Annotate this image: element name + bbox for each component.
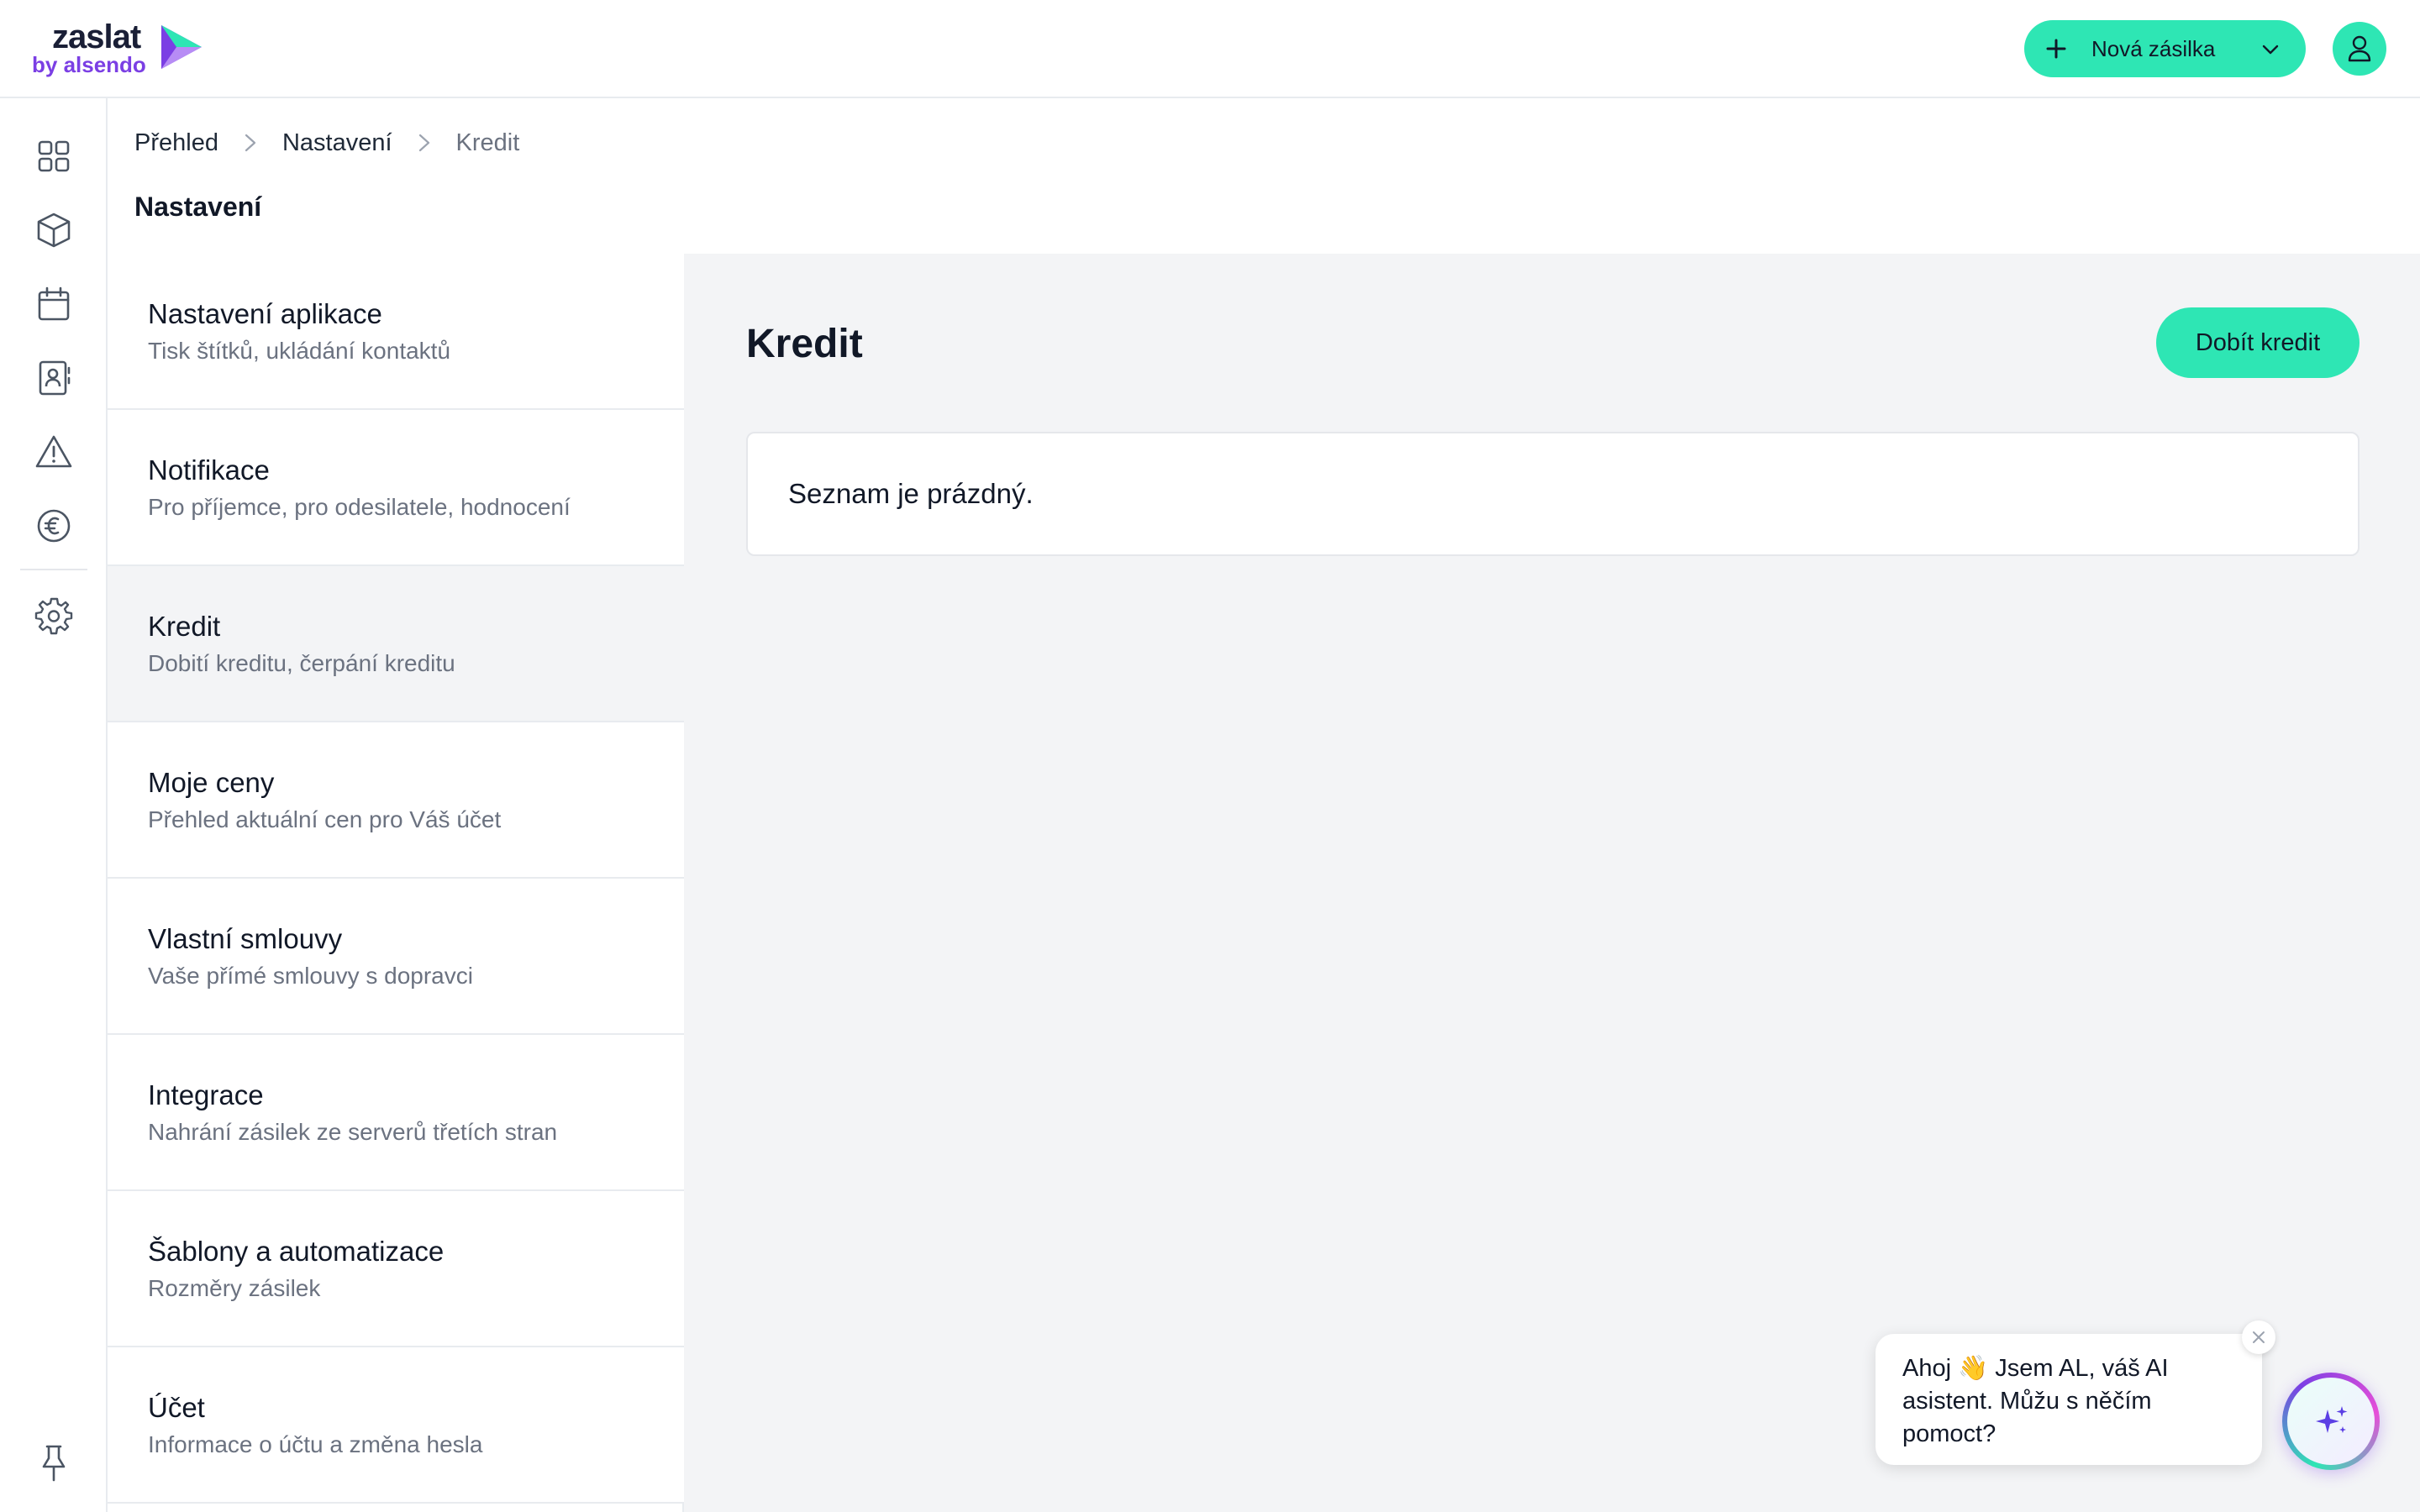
new-shipment-button[interactable]: Nová zásilka: [2024, 20, 2306, 77]
settings-item-subtitle: Nahrání zásilek ze serverů třetích stran: [148, 1119, 558, 1145]
settings-item-title: Moje ceny: [148, 767, 275, 798]
page-title: Nastavení: [134, 192, 262, 222]
credit-list-card: Seznam je prázdný.: [746, 432, 2360, 556]
sparkle-icon: [2316, 1406, 2348, 1433]
icon-sidebar: [0, 98, 108, 1512]
new-shipment-label: Nová zásilka: [2091, 36, 2216, 61]
settings-item-contracts[interactable]: Vlastní smlouvy Vaše přímé smlouvy s dop…: [108, 879, 684, 1035]
breadcrumb-settings[interactable]: Nastavení: [282, 126, 392, 160]
settings-item-subtitle: Vaše přímé smlouvy s dopravci: [148, 963, 473, 989]
logo-play-icon: [161, 25, 202, 69]
settings-item-prices[interactable]: Moje ceny Přehled aktuální cen pro Váš ú…: [108, 722, 684, 879]
package-icon[interactable]: [34, 210, 74, 250]
pin-icon[interactable]: [37, 1443, 71, 1483]
settings-item-subtitle: Dobití kreditu, čerpání kreditu: [148, 650, 455, 676]
settings-item-subtitle: Pro příjemce, pro odesilatele, hodnocení: [148, 494, 571, 520]
zaslat-logo[interactable]: zaslat by alsendo: [32, 18, 208, 77]
chevron-right-icon: [418, 134, 429, 152]
settings-item-subtitle: Informace o účtu a změna hesla: [148, 1431, 483, 1457]
top-up-credit-button[interactable]: Dobít kredit: [2156, 307, 2360, 378]
settings-item-app[interactable]: Nastavení aplikace Tisk štítků, ukládání…: [108, 254, 684, 410]
euro-icon[interactable]: [34, 506, 74, 546]
breadcrumb: Přehled Nastavení Kredit: [134, 126, 519, 160]
contacts-icon[interactable]: [34, 358, 74, 398]
chevron-down-icon[interactable]: [2261, 40, 2280, 59]
ai-assistant-inner: [2287, 1378, 2375, 1465]
top-bar: zaslat by alsendo Nová zásilka: [0, 0, 2420, 98]
settings-item-subtitle: Rozměry zásilek: [148, 1275, 321, 1301]
settings-menu: Nastavení aplikace Tisk štítků, ukládání…: [108, 254, 684, 1512]
assistant-bubble[interactable]: Ahoj 👋 Jsem AL, váš AI asistent. Můžu s …: [1876, 1334, 2262, 1465]
settings-item-title: Vlastní smlouvy: [148, 923, 343, 954]
breadcrumb-credit: Kredit: [455, 129, 520, 156]
user-icon: [2348, 35, 2371, 62]
assistant-close-button[interactable]: [2242, 1320, 2275, 1354]
app: zaslat by alsendo Nová zásilka Přehled N…: [0, 0, 2420, 1512]
settings-item-title: Kredit: [148, 611, 221, 642]
settings-item-title: Integrace: [148, 1079, 264, 1110]
settings-item-title: Účet: [148, 1392, 205, 1423]
settings-item-title: Notifikace: [148, 454, 270, 486]
empty-list-text: Seznam je prázdný.: [788, 478, 1034, 509]
settings-item-title: Nastavení aplikace: [148, 298, 382, 329]
settings-item-title: Šablony a automatizace: [148, 1236, 445, 1267]
content-title: Kredit: [746, 322, 863, 366]
sidebar-divider: [20, 569, 87, 570]
dashboard-icon[interactable]: [34, 136, 74, 176]
settings-item-notifications[interactable]: Notifikace Pro příjemce, pro odesilatele…: [108, 410, 684, 566]
gear-icon[interactable]: [34, 596, 74, 636]
settings-item-subtitle: Přehled aktuální cen pro Váš účet: [148, 806, 502, 832]
logo-subline: by alsendo: [32, 52, 146, 77]
settings-item-templates[interactable]: Šablony a automatizace Rozměry zásilek: [108, 1191, 684, 1347]
settings-item-subtitle: Tisk štítků, ukládání kontaktů: [148, 338, 451, 364]
user-account-button[interactable]: [2333, 22, 2386, 76]
settings-item-credit[interactable]: Kredit Dobití kreditu, čerpání kreditu: [108, 566, 684, 722]
settings-item-account[interactable]: Účet Informace o účtu a změna hesla: [108, 1347, 684, 1504]
plus-icon: [2046, 39, 2066, 59]
calendar-icon[interactable]: [34, 284, 74, 324]
assistant-message: Ahoj 👋 Jsem AL, váš AI asistent. Můžu s …: [1902, 1355, 2169, 1447]
close-icon: [2253, 1331, 2265, 1343]
breadcrumb-overview[interactable]: Přehled: [134, 126, 218, 160]
chevron-right-icon: [245, 134, 256, 152]
warning-icon[interactable]: [34, 432, 74, 472]
settings-item-integrations[interactable]: Integrace Nahrání zásilek ze serverů tře…: [108, 1035, 684, 1191]
ai-assistant-button[interactable]: [2282, 1373, 2380, 1470]
credit-content: Kredit Dobít kredit Seznam je prázdný.: [684, 254, 2420, 1512]
